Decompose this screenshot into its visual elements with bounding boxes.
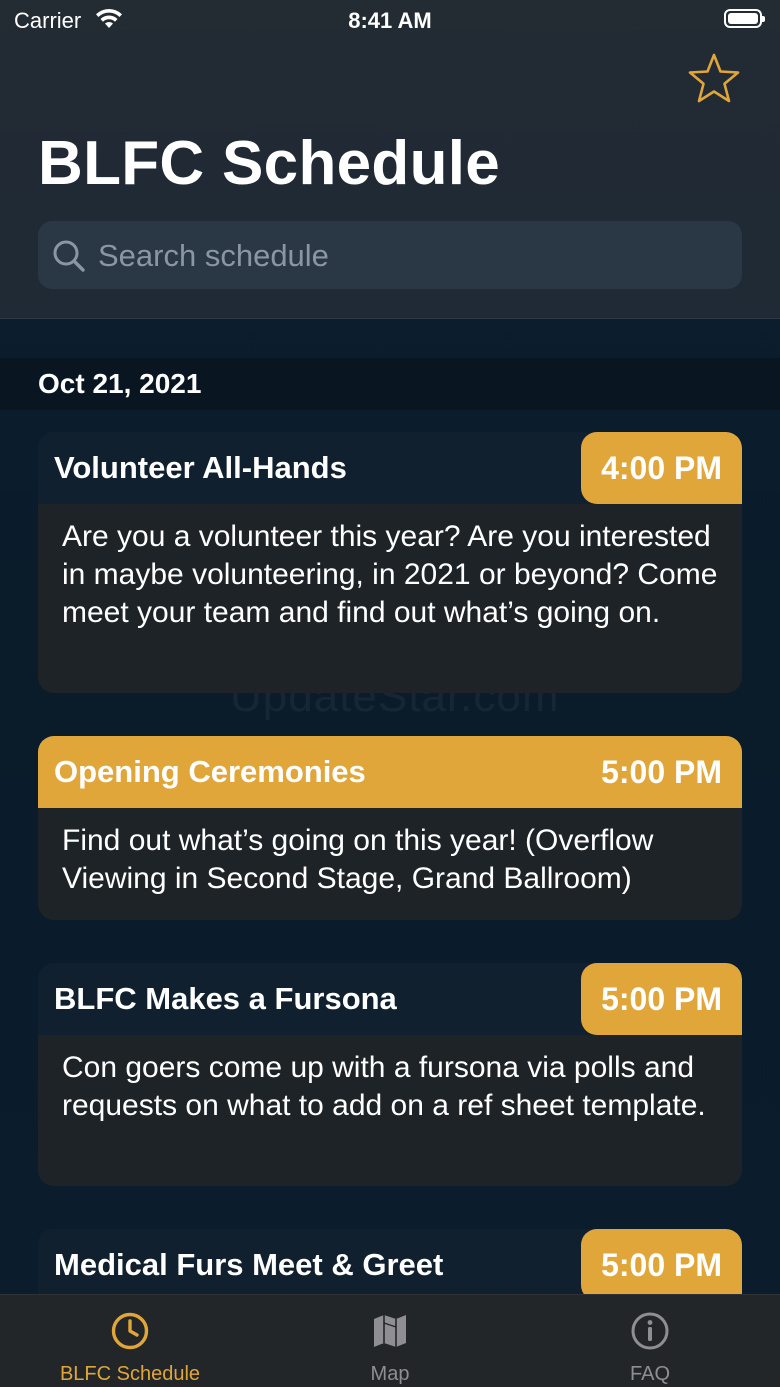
status-bar: Carrier 8:41 AM bbox=[0, 0, 780, 40]
tab-label: Map bbox=[370, 1363, 410, 1385]
info-icon bbox=[630, 1311, 670, 1351]
event-time-badge: 4:00 PM bbox=[581, 432, 742, 504]
map-icon bbox=[370, 1311, 410, 1351]
section-date: Oct 21, 2021 bbox=[38, 368, 202, 399]
star-icon bbox=[688, 53, 740, 103]
event-time-badge: 5:00 PM bbox=[581, 1229, 742, 1301]
tab-faq[interactable]: FAQ bbox=[520, 1295, 780, 1387]
event-title: Opening Ceremonies bbox=[54, 754, 366, 789]
event-card-header: Volunteer All-Hands 4:00 PM bbox=[38, 432, 742, 504]
event-card-header: Medical Furs Meet & Greet 5:00 PM bbox=[38, 1229, 742, 1301]
event-card[interactable]: Volunteer All-Hands 4:00 PM Are you a vo… bbox=[38, 432, 742, 693]
favorites-star-button[interactable] bbox=[684, 50, 744, 110]
search-icon bbox=[52, 239, 86, 278]
navigation-header: Carrier 8:41 AM BLFC Schedule bbox=[0, 0, 780, 319]
event-title: Medical Furs Meet & Greet bbox=[54, 1247, 444, 1282]
event-card[interactable]: Opening Ceremonies 5:00 PM Find out what… bbox=[38, 736, 742, 920]
status-time: 8:41 AM bbox=[348, 8, 432, 33]
event-description: Con goers come up with a fursona via pol… bbox=[62, 1051, 706, 1122]
tab-map[interactable]: Map bbox=[260, 1295, 520, 1387]
search-input[interactable] bbox=[96, 221, 720, 291]
event-card-header: Opening Ceremonies 5:00 PM bbox=[38, 736, 742, 808]
app-screen: Carrier 8:41 AM BLFC Schedule Search sch… bbox=[0, 0, 780, 1387]
event-title: BLFC Makes a Fursona bbox=[54, 981, 397, 1016]
clock-icon bbox=[110, 1311, 150, 1351]
search-bar[interactable] bbox=[38, 221, 742, 291]
event-time-badge: 5:00 PM bbox=[601, 754, 722, 790]
event-time-badge: 5:00 PM bbox=[581, 963, 742, 1035]
tab-bar: BLFC Schedule Map FAQ bbox=[0, 1294, 780, 1387]
event-card-header: BLFC Makes a Fursona 5:00 PM bbox=[38, 963, 742, 1035]
tab-label: FAQ bbox=[629, 1363, 670, 1385]
event-title: Volunteer All-Hands bbox=[54, 450, 347, 485]
tab-label: BLFC Schedule bbox=[59, 1363, 201, 1385]
event-card[interactable]: BLFC Makes a Fursona 5:00 PM Con goers c… bbox=[38, 963, 742, 1186]
battery-icon bbox=[724, 9, 765, 28]
page-title: BLFC Schedule bbox=[38, 129, 501, 198]
event-description: Are you a volunteer this year? Are you i… bbox=[62, 520, 718, 629]
section-header: Oct 21, 2021 bbox=[0, 358, 780, 410]
event-description: Find out what’s going on this year! (Ove… bbox=[62, 824, 654, 895]
tab-schedule[interactable]: BLFC Schedule bbox=[0, 1295, 260, 1387]
